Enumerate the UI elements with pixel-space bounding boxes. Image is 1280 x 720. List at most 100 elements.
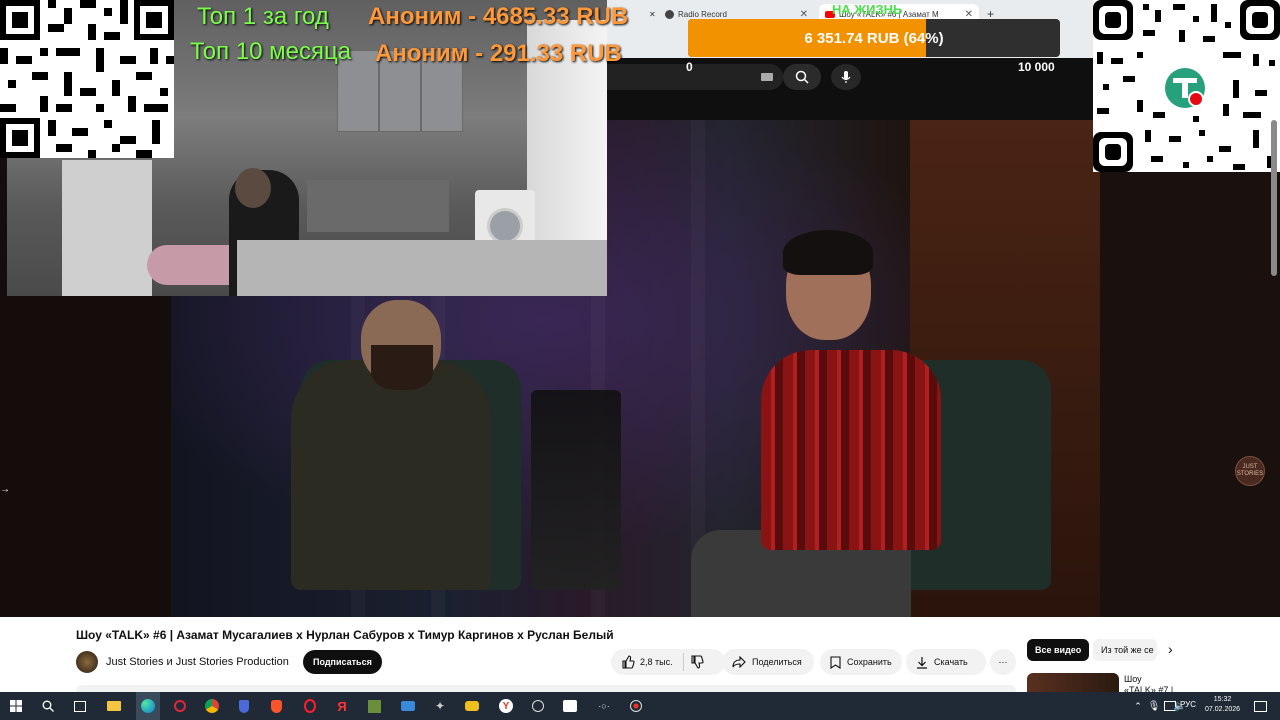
microphone-icon [841, 71, 851, 83]
top-year-label: Топ 1 за год [197, 3, 329, 30]
guest-left-body [291, 360, 491, 590]
taskbar-app-shield[interactable] [234, 696, 254, 716]
taskbar-chrome[interactable] [202, 696, 222, 716]
top-year-value: Аноним - 4685.33 RUB [368, 3, 629, 30]
channel-avatar[interactable] [76, 651, 98, 673]
search-input[interactable] [607, 64, 783, 90]
obs-icon: ·○· [598, 701, 610, 711]
close-icon[interactable]: ✕ [965, 9, 973, 20]
taskbar-yandex-browser[interactable]: Y [496, 696, 516, 716]
chatgpt-icon [532, 700, 544, 712]
clock-time: 15:32 [1213, 696, 1232, 703]
cursor-arrow-icon: → [0, 484, 10, 495]
guest-left-beard [371, 345, 433, 390]
brave-icon [270, 699, 282, 713]
taskbar-opera[interactable] [300, 696, 320, 716]
taskbar-app-red[interactable] [626, 696, 646, 716]
taskbar-app-monitor[interactable] [560, 696, 580, 716]
video-title: Шоу «TALK» #6 | Азамат Мусагалиев х Нурл… [76, 628, 614, 642]
voice-search-button[interactable] [831, 64, 861, 90]
opera-gx-icon [174, 700, 186, 712]
close-icon[interactable]: ✕ [649, 10, 656, 19]
record-icon [630, 700, 642, 712]
chrome-icon [205, 699, 219, 713]
taskbar-edge[interactable] [138, 696, 158, 716]
goal-min: 0 [686, 60, 693, 74]
washer-door [487, 208, 523, 244]
edge-icon [141, 699, 155, 713]
download-button[interactable]: Скачать [906, 649, 986, 675]
taskbar-chatgpt[interactable] [528, 696, 548, 716]
goal-title: НА ЖИЗНЬ [832, 2, 903, 17]
table [237, 240, 607, 296]
yandex-icon: Я [337, 698, 347, 714]
page-scrollbar[interactable] [1271, 120, 1277, 276]
search-taskbar-button[interactable] [38, 696, 58, 716]
windows-icon [10, 700, 22, 712]
download-icon [917, 656, 927, 669]
game-icon [465, 701, 479, 711]
taskbar-brave[interactable] [266, 696, 286, 716]
keyboard-icon[interactable] [761, 73, 773, 81]
task-view-button[interactable] [70, 696, 90, 716]
monitor-icon [563, 700, 577, 712]
download-label: Скачать [934, 657, 968, 667]
taskbar-minecraft[interactable] [364, 696, 384, 716]
chips-next-button[interactable]: › [1168, 641, 1173, 657]
tray-clock[interactable]: 15:32 07.02.2026 [1205, 695, 1240, 715]
channel-name[interactable]: Just Stories и Just Stories Production [106, 656, 289, 668]
yandex-browser-icon: Y [499, 699, 513, 713]
thumbs-down-icon[interactable] [690, 655, 704, 669]
minecraft-icon [367, 699, 381, 713]
taskbar-app-game[interactable] [462, 696, 482, 716]
top-month-value: Аноним - 291.33 RUB [375, 40, 622, 67]
tab-close-prev[interactable]: ✕ [643, 4, 656, 24]
taskbar-app-blue[interactable] [398, 696, 418, 716]
taskbar-explorer[interactable] [104, 696, 124, 716]
guest-right-shirt [761, 350, 941, 550]
search-icon [42, 700, 54, 712]
tray-language[interactable]: РУС [1180, 700, 1196, 709]
kitchen-counter [307, 180, 449, 232]
streamer-head [235, 168, 271, 208]
more-actions-button[interactable]: ⋯ [990, 649, 1016, 675]
notification-icon [1253, 700, 1267, 712]
bookmark-icon [830, 655, 841, 669]
chevron-up-icon: ⌃ [1134, 700, 1142, 711]
clock-date: 07.02.2026 [1205, 706, 1241, 713]
app-icon [401, 701, 415, 711]
donation-goal-bar: 6 351.74 RUB (64%) [688, 19, 1060, 57]
notifications-button[interactable] [1250, 696, 1270, 716]
start-button[interactable] [6, 696, 26, 716]
chip-all-videos[interactable]: Все видео [1027, 639, 1090, 661]
save-label: Сохранить [847, 657, 892, 667]
opera-icon [304, 699, 316, 713]
like-count: 2,8 тыс. [640, 657, 673, 667]
save-button[interactable]: Сохранить [820, 649, 902, 675]
taskbar-obs[interactable]: ·○· [594, 696, 614, 716]
search-button[interactable] [783, 64, 821, 90]
share-button[interactable]: Поделиться [722, 649, 814, 675]
video-info: Шоу «TALK» #6 | Азамат Мусагалиев х Нурл… [0, 617, 1280, 706]
like-dislike-group: 2,8 тыс. [611, 649, 725, 675]
camera-rig [531, 390, 621, 590]
taskbar-yandex[interactable]: Я [332, 696, 352, 716]
goal-amount: 6 351.74 RUB (64%) [804, 29, 944, 47]
fridge [62, 160, 152, 296]
share-icon [732, 656, 746, 668]
channel-watermark: JUST STORIES [1235, 456, 1265, 486]
close-icon[interactable]: ✕ [800, 9, 808, 20]
star-icon: ✦ [434, 699, 446, 713]
like-button[interactable]: 2,8 тыс. [621, 655, 673, 669]
microphone-icon: 🎙 [1147, 700, 1161, 712]
subscribe-button[interactable]: Подписаться [303, 650, 382, 674]
divider [682, 653, 684, 671]
qr-pattern [1093, 0, 1280, 172]
recommendation-thumbnail[interactable] [1027, 673, 1119, 693]
taskbar-app-star[interactable]: ✦ [430, 696, 450, 716]
chip-same-series[interactable]: Из той же се [1093, 639, 1157, 661]
shield-icon [239, 699, 249, 713]
thumbs-up-icon [622, 655, 635, 669]
taskbar-opera-gx[interactable] [170, 696, 190, 716]
task-view-icon [74, 700, 86, 712]
